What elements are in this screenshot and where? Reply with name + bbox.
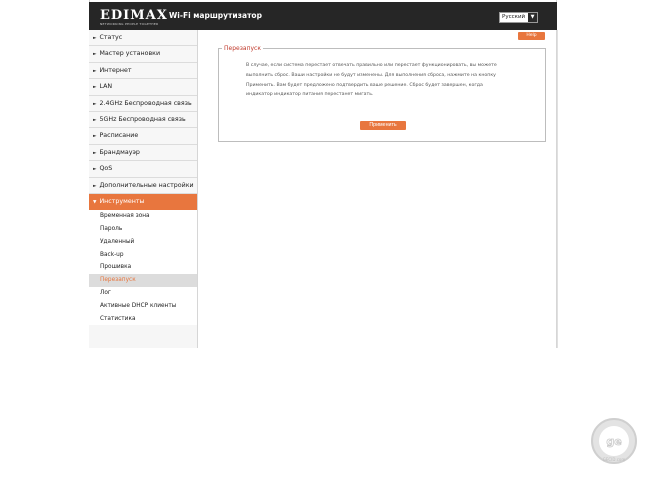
sidebar-item-label: 2.4GHz Беспроводная связь xyxy=(99,99,192,107)
tools-submenu: Временная зона Пароль Удаленный Back-up … xyxy=(89,210,197,326)
sidebar-item-label: Статус xyxy=(99,34,123,41)
triangle-right-icon: ► xyxy=(93,117,97,123)
sidebar-item-label: LAN xyxy=(99,83,113,91)
triangle-right-icon: ► xyxy=(93,167,97,173)
sidebar-item-label: Дополнительные настройки xyxy=(99,181,194,189)
sidebar-item-label: Брандмауэр xyxy=(99,148,140,156)
apply-button[interactable]: Применить xyxy=(360,121,406,130)
content-border xyxy=(557,30,558,348)
submenu-item-restart[interactable]: Перезапуск xyxy=(89,274,197,288)
triangle-right-icon: ► xyxy=(93,36,97,41)
brand-tagline: NETWORKING PEOPLE TOGETHER xyxy=(100,22,159,26)
sidebar-item-label: Расписание xyxy=(99,132,139,140)
header-bar: EDIMAX NETWORKING PEOPLE TOGETHER Wi-Fi … xyxy=(89,2,557,30)
submenu-item-backup[interactable]: Back-up xyxy=(89,249,197,262)
sidebar-item-wireless-5[interactable]: ► 5GHz Беспроводная связь xyxy=(89,111,197,129)
submenu-item-dhcp-clients[interactable]: Активные DHCP клиенты xyxy=(89,300,197,313)
triangle-right-icon: ► xyxy=(93,101,97,107)
submenu-item-statistics[interactable]: Статистика xyxy=(89,313,197,326)
submenu-item-remote[interactable]: Удаленный xyxy=(89,236,197,249)
sidebar-item-tools[interactable]: ▼ Инструменты xyxy=(89,193,197,211)
sidebar-item-wireless-24[interactable]: ► 2.4GHz Беспроводная связь xyxy=(89,95,197,112)
help-button[interactable]: Help xyxy=(518,32,545,40)
sidebar-item-lan[interactable]: ► LAN xyxy=(89,79,197,96)
chevron-down-icon[interactable]: ▼ xyxy=(528,13,537,22)
watermark-logo: ge GECID.com xyxy=(591,418,637,464)
sidebar-item-schedule[interactable]: ► Расписание xyxy=(89,128,197,145)
sidebar-item-firewall[interactable]: ► Брандмауэр xyxy=(89,144,197,162)
triangle-down-icon: ▼ xyxy=(93,199,97,205)
triangle-right-icon: ► xyxy=(93,52,97,58)
submenu-item-timezone[interactable]: Временная зона xyxy=(89,210,197,223)
submenu-item-firmware[interactable]: Прошивка xyxy=(89,261,197,274)
sidebar-item-internet[interactable]: ► Интернет xyxy=(89,62,197,80)
brand-logo: EDIMAX xyxy=(100,8,168,23)
triangle-right-icon: ► xyxy=(93,150,97,156)
sidebar-item-advanced[interactable]: ► Дополнительные настройки xyxy=(89,177,197,194)
watermark-mark: ge xyxy=(606,435,621,448)
sidebar: ► Статус ► Мастер установки ► Интернет ► LAN… xyxy=(89,30,198,348)
sidebar-item-status[interactable]: ► Статус xyxy=(89,30,197,47)
sidebar-item-qos[interactable]: ► QoS xyxy=(89,161,197,178)
section-title: Перезапуск xyxy=(222,44,263,53)
triangle-right-icon: ► xyxy=(93,85,97,91)
restart-panel: Перезапуск В случае, если система перест… xyxy=(218,44,546,142)
language-value: Русский xyxy=(502,14,526,20)
product-title: Wi-Fi маршрутизатор xyxy=(169,11,262,20)
triangle-right-icon: ► xyxy=(93,134,97,140)
sidebar-item-wizard[interactable]: ► Мастер установки xyxy=(89,46,197,63)
submenu-item-password[interactable]: Пароль xyxy=(89,223,197,236)
submenu-item-log[interactable]: Лог xyxy=(89,287,197,300)
sidebar-item-label: Мастер установки xyxy=(99,50,161,58)
language-select[interactable]: Русский ▼ xyxy=(499,12,538,23)
sidebar-item-label: Инструменты xyxy=(99,197,145,205)
triangle-right-icon: ► xyxy=(93,68,97,74)
sidebar-item-label: 5GHz Беспроводная связь xyxy=(99,115,186,123)
restart-description: В случае, если система перестает отвечат… xyxy=(246,63,497,98)
triangle-right-icon: ► xyxy=(93,183,97,189)
sidebar-item-label: Интернет xyxy=(99,66,132,74)
sidebar-item-label: QoS xyxy=(99,165,113,173)
watermark-text: GECID.com xyxy=(603,457,626,462)
